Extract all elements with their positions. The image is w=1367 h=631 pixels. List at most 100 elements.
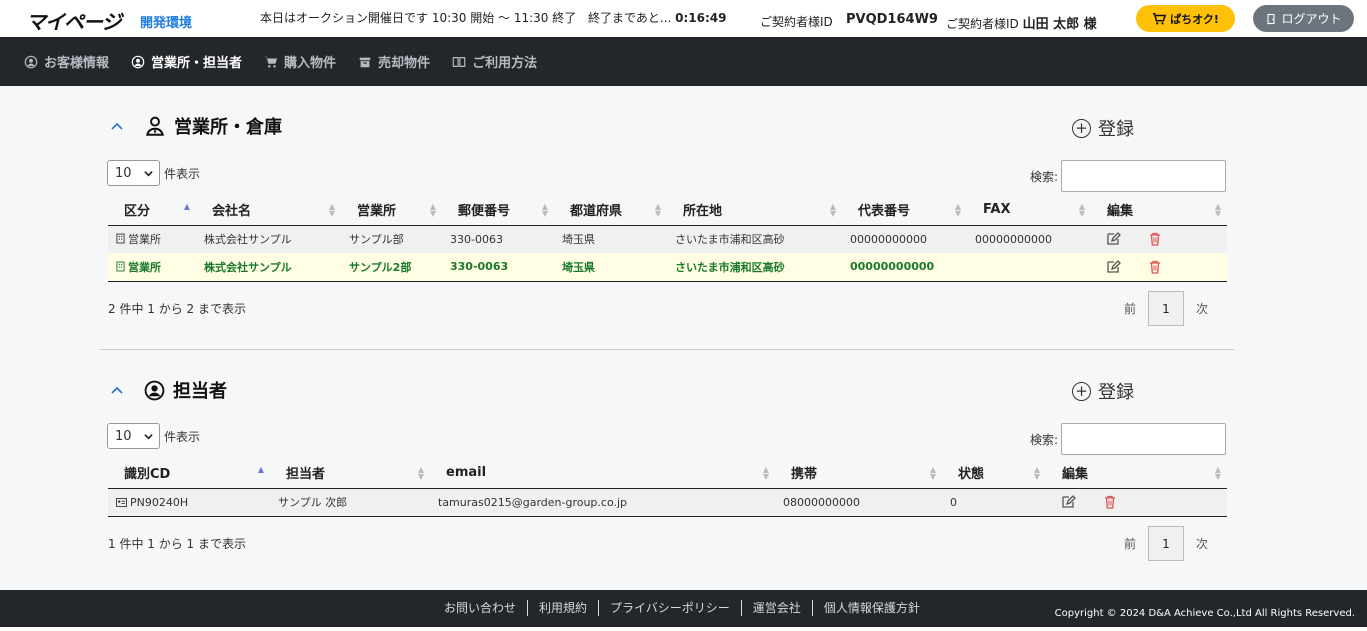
auction-notice: 本日はオークション開催日です 10:30 開始 〜 11:30 終了	[260, 11, 577, 25]
cell-status: 0	[942, 488, 1046, 517]
chevron-up-icon[interactable]	[108, 117, 126, 135]
chevron-up-icon[interactable]	[108, 381, 126, 399]
site-logo[interactable]: マイページ	[26, 6, 122, 35]
cell-company: 株式会社サンプル	[196, 253, 341, 282]
cell-office: サンプル部	[341, 225, 442, 253]
nav-item-label: 購入物件	[284, 56, 337, 71]
cell-postal-code: 330-0063	[442, 225, 554, 253]
pagination-prev[interactable]: 前	[1112, 535, 1148, 552]
nav-item-label: 売却物件	[378, 56, 431, 71]
offices-page-length-select[interactable]: 10	[107, 160, 160, 186]
col-status[interactable]: 状態 ▲ ▼	[942, 458, 1046, 489]
sort-icon: ▲ ▼	[417, 465, 424, 481]
logout-button[interactable]: ログアウト	[1253, 5, 1354, 32]
cell-postal-code: 330-0063	[442, 253, 554, 282]
pagination-next[interactable]: 次	[1184, 535, 1220, 552]
book-icon	[452, 56, 466, 67]
countdown-label: 終了まであと...	[588, 11, 672, 25]
footer-link-privacy[interactable]: プライバシーポリシー	[599, 599, 741, 616]
nav-item-label: 営業所・担当者	[151, 56, 243, 71]
col-fax[interactable]: FAX ▲ ▼	[967, 195, 1091, 226]
register-label: 登録	[1098, 119, 1134, 140]
pagination-prev[interactable]: 前	[1112, 300, 1148, 317]
footer-links: お問い合わせ 利用規約 プライバシーポリシー 運営会社 個人情報保護方針	[444, 599, 931, 616]
footer-link-personal-info[interactable]: 個人情報保護方針	[813, 599, 931, 616]
trash-icon[interactable]	[1102, 494, 1118, 510]
cell-office: サンプル2部	[341, 253, 442, 282]
sort-icon: ▲ ▼	[1033, 465, 1040, 481]
pagination-next[interactable]: 次	[1184, 300, 1220, 317]
table-header-row: 区分 ▲ 会社名 ▲ ▼ 営業所 ▲ ▼ 郵便番号 ▲ ▼ 都道府県 ▲ ▼ 所在地 ▲ ▼ 代表番号…	[108, 195, 1227, 226]
col-staff[interactable]: 担当者 ▲ ▼	[270, 458, 430, 489]
cell-edit	[1091, 225, 1227, 253]
nav-item-customer-info[interactable]: お客様情報	[24, 52, 109, 71]
staff-page-length-select[interactable]: 10	[107, 423, 160, 449]
top-header: マイページ 開発環境 本日はオークション開催日です 10:30 開始 〜 11:…	[0, 0, 1367, 37]
page-length-value: 10	[115, 428, 132, 444]
staff-register-button[interactable]: + 登録	[1072, 378, 1134, 404]
col-edit[interactable]: 編集 ▲ ▼	[1091, 195, 1227, 226]
user-label: ご契約者様ID	[946, 17, 1019, 31]
cell-mobile: 08000000000	[775, 488, 942, 517]
sort-icon: ▲ ▼	[654, 202, 661, 218]
cart-icon	[264, 56, 278, 68]
staff-search-input[interactable]	[1061, 423, 1227, 455]
col-postal-code[interactable]: 郵便番号 ▲ ▼	[442, 195, 554, 226]
col-mobile[interactable]: 携帯 ▲ ▼	[775, 458, 942, 489]
staff-section-header: 担当者	[108, 377, 227, 403]
plus-circle-icon: +	[1072, 381, 1091, 401]
staff-search: 検索:	[1030, 423, 1227, 455]
chevron-down-icon	[144, 170, 153, 176]
offices-register-button[interactable]: + 登録	[1072, 115, 1134, 141]
nav-item-sales[interactable]: 売却物件	[358, 52, 430, 71]
edit-icon[interactable]	[1105, 259, 1121, 275]
footer-link-contact[interactable]: お問い合わせ	[444, 599, 527, 616]
table-row[interactable]: 営業所 株式会社サンプル サンプル部 330-0063 埼玉県 さいたま市浦和区…	[108, 225, 1227, 253]
section-divider	[100, 349, 1234, 350]
user-tie-icon	[146, 116, 164, 136]
col-prefecture[interactable]: 都道府県 ▲ ▼	[554, 195, 667, 226]
edit-icon[interactable]	[1060, 494, 1076, 510]
trash-icon[interactable]	[1147, 231, 1163, 247]
col-id-code[interactable]: 識別CD ▲	[108, 458, 270, 489]
nav-item-purchases[interactable]: 購入物件	[264, 52, 336, 71]
col-office[interactable]: 営業所 ▲ ▼	[341, 195, 442, 226]
sort-asc-icon: ▲	[183, 202, 190, 211]
cell-id-code: PN90240H	[108, 488, 270, 517]
pagination-page[interactable]: 1	[1148, 291, 1184, 326]
nav-item-label: お客様情報	[44, 56, 110, 71]
nav-item-guide[interactable]: ご利用方法	[452, 52, 537, 71]
footer-link-company[interactable]: 運営会社	[742, 599, 812, 616]
trash-icon[interactable]	[1147, 259, 1163, 275]
edit-icon[interactable]	[1105, 231, 1121, 247]
staff-table-info: 1 件中 1 から 1 まで表示	[108, 537, 246, 551]
pagination-page[interactable]: 1	[1148, 526, 1184, 561]
col-edit[interactable]: 編集 ▲ ▼	[1046, 458, 1227, 489]
user-name: 山田 太郎 様	[1022, 17, 1097, 32]
offices-pagination: 前 1 次	[1112, 291, 1220, 326]
col-address[interactable]: 所在地 ▲ ▼	[667, 195, 842, 226]
offices-search-input[interactable]	[1061, 160, 1227, 192]
offices-section-header: 営業所・倉庫	[108, 113, 282, 139]
table-row[interactable]: PN90240H サンプル 次郎 tamuras0215@garden-grou…	[108, 488, 1227, 517]
main-nav: お客様情報 営業所・担当者 購入物件 売却物件 ご利用方法	[0, 37, 1367, 86]
sort-icon: ▲ ▼	[541, 202, 548, 218]
cell-category: 営業所	[108, 253, 196, 282]
col-company[interactable]: 会社名 ▲ ▼	[196, 195, 341, 226]
footer-link-terms[interactable]: 利用規約	[528, 599, 598, 616]
table-row[interactable]: 営業所 株式会社サンプル サンプル2部 330-0063 埼玉県 さいたま市浦和…	[108, 253, 1227, 282]
countdown-block: 終了まであと... 0:16:49	[588, 9, 727, 26]
pachi-auction-button[interactable]: ぱちオク!	[1136, 5, 1235, 32]
col-category[interactable]: 区分 ▲	[108, 195, 196, 226]
nav-item-offices-staff[interactable]: 営業所・担当者	[131, 52, 242, 71]
offices-section-title: 営業所・倉庫	[174, 117, 282, 138]
copyright: Copyright © 2024 D&A Achieve Co.,Ltd All…	[1054, 608, 1355, 619]
sort-icon: ▲ ▼	[429, 202, 436, 218]
col-email[interactable]: email ▲ ▼	[430, 458, 775, 489]
user-circle-icon	[131, 55, 145, 68]
col-phone[interactable]: 代表番号 ▲ ▼	[842, 195, 967, 226]
cell-edit	[1046, 488, 1227, 517]
cell-edit	[1091, 253, 1227, 282]
cell-staff-name: サンプル 次郎	[270, 488, 430, 517]
user-circle-icon	[24, 55, 38, 68]
